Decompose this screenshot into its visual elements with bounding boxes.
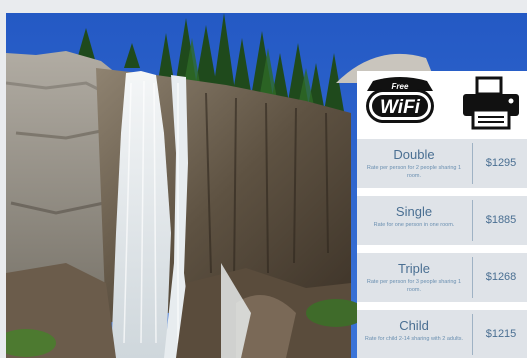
wifi-badge-text: Free: [392, 82, 409, 91]
rate-price: $1885: [485, 214, 517, 226]
rate-name: Child: [399, 318, 429, 333]
rate-name: Single: [395, 204, 433, 219]
amenities-rates-panel: Free WiFi Double Rate per person for 2 p…: [357, 71, 527, 358]
rate-name: Triple: [397, 261, 431, 276]
amenity-icons: Free WiFi: [357, 71, 527, 135]
rate-description: Rate per person for 3 people sharing 1 r…: [366, 279, 462, 293]
row-divider: [472, 314, 473, 355]
rate-description: Rate per person for 2 people sharing 1 r…: [366, 165, 462, 179]
rate-row-double: Double Rate per person for 2 people shar…: [357, 139, 527, 188]
rate-description: Rate for one person in one room.: [373, 222, 455, 228]
rate-price: $1268: [485, 271, 517, 283]
row-divider: [472, 257, 473, 298]
printer-icon: [463, 76, 519, 130]
rate-name: Double: [393, 147, 435, 162]
wifi-logo-text: WiFi: [380, 97, 421, 118]
rate-description: Rate for child 2-14 sharing with 2 adult…: [364, 336, 464, 342]
row-divider: [472, 143, 473, 184]
rate-row-triple: Triple Rate per person for 3 people shar…: [357, 253, 527, 302]
row-divider: [472, 200, 473, 241]
rate-row-single: Single Rate for one person in one room. …: [357, 196, 527, 245]
rate-price: $1215: [485, 328, 517, 340]
rate-row-child: Child Rate for child 2-14 sharing with 2…: [357, 310, 527, 358]
hero-frame: Free WiFi Double Rate per person for 2 p…: [6, 13, 527, 358]
wifi-icon: Free WiFi: [366, 77, 434, 123]
rate-price: $1295: [485, 157, 517, 169]
